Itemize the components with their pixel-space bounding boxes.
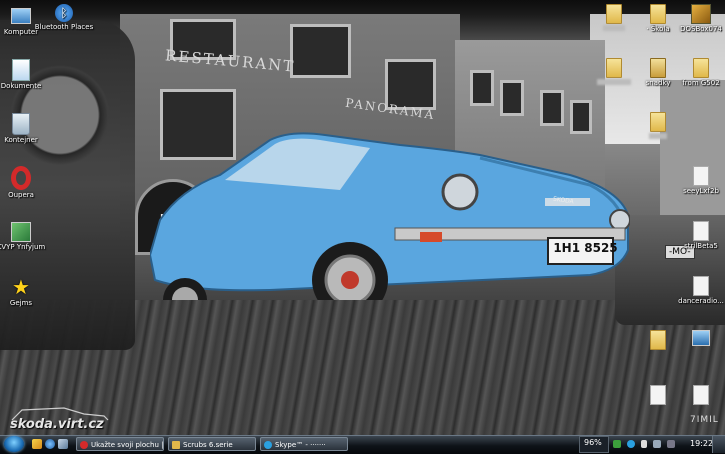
desktop-icon-opera[interactable]: Oupera (0, 166, 56, 199)
dosbox-icon (691, 4, 711, 24)
license-plate: 1H1 8525 (553, 241, 618, 255)
start-button[interactable] (4, 436, 24, 452)
file-icon (650, 385, 666, 405)
app-icon (11, 222, 31, 242)
battery-percent: 96% (584, 438, 602, 447)
tray-flag-icon[interactable] (667, 440, 675, 448)
battery-meter[interactable]: 96% (579, 436, 609, 453)
computer-icon (11, 8, 31, 24)
skype-icon (264, 441, 272, 449)
file-icon (693, 385, 709, 405)
folder-icon (650, 58, 666, 78)
opera-icon (11, 166, 31, 190)
file-icon (693, 221, 709, 241)
folder-icon (606, 58, 622, 78)
star-icon: ★ (12, 275, 30, 299)
quicklaunch-desktop-icon[interactable] (58, 439, 68, 449)
quicklaunch-ie-icon[interactable] (45, 439, 55, 449)
desktop-icon-folder-3[interactable] (623, 112, 693, 139)
tray-network-icon[interactable] (613, 440, 621, 448)
desktop-icon-documents[interactable]: Dokumente (0, 59, 56, 90)
building-window (500, 80, 524, 116)
desktop-icon-games[interactable]: ★ Gejms (0, 276, 56, 307)
tray-volume-icon[interactable] (653, 440, 661, 448)
task-label: Skype™ - ······· (275, 441, 326, 449)
blue-skoda-car (150, 132, 630, 300)
taskbar-task-skype[interactable]: Skype™ - ······· (260, 437, 348, 451)
opera-icon (80, 441, 88, 449)
file-icon (693, 276, 709, 296)
bluetooth-icon: ᛒ (55, 4, 73, 22)
desktop-icon-seeylxf2b[interactable]: seeyLxf2b (666, 166, 725, 195)
taskbar-task-opera[interactable]: Ukažte svoji plochu | ... (76, 437, 164, 451)
file-icon (693, 166, 709, 186)
desktop-icon-network[interactable] (666, 330, 725, 347)
desktop-icon-from-g502[interactable]: from G502 (666, 58, 725, 87)
tray-battery-icon[interactable] (641, 440, 647, 448)
recycle-bin-icon (12, 113, 30, 135)
building-window (290, 24, 351, 78)
building-window (570, 100, 592, 134)
folder-icon (650, 4, 666, 24)
folder-icon (172, 441, 180, 449)
desktop-icon-dosbox[interactable]: DOSBox074 (666, 4, 725, 33)
desktop-icon-danceradio[interactable]: danceradio... (666, 276, 725, 305)
computer-icon (692, 330, 710, 346)
task-label: Scrubs 6.serie (183, 441, 233, 449)
folder-icon (650, 112, 666, 132)
tray-skype-icon[interactable] (627, 440, 635, 448)
folder-icon (693, 58, 709, 78)
clock-time[interactable]: 19:22 (690, 437, 713, 451)
taskbar-task-scrubs[interactable]: Scrubs 6.serie (168, 437, 256, 451)
folder-icon (650, 330, 666, 350)
corner-logo: 7IMIL (690, 415, 719, 425)
folder-icon (606, 4, 622, 24)
documents-icon (12, 59, 30, 81)
desktop-icon-recycle-bin[interactable]: Kontejner (0, 113, 56, 144)
watermark: skoda.virt.cz (4, 402, 112, 435)
building-window (470, 70, 494, 106)
desktop-icon-strilbeta5[interactable]: strilBeta5 (666, 221, 725, 250)
building-window (540, 90, 564, 126)
desktop-icon-kvyp[interactable]: KVYP Ynfyjum (0, 222, 56, 251)
desktop-icon-bluetooth[interactable]: ᛒ Bluetooth Places (29, 4, 99, 31)
show-desktop-button[interactable] (712, 436, 725, 453)
watermark-text: skoda.virt.cz (10, 417, 104, 432)
desktop-icon-file-b[interactable] (666, 385, 725, 406)
task-label: Ukažte svoji plochu | ... (91, 441, 164, 449)
quicklaunch-folder-icon[interactable] (32, 439, 42, 449)
